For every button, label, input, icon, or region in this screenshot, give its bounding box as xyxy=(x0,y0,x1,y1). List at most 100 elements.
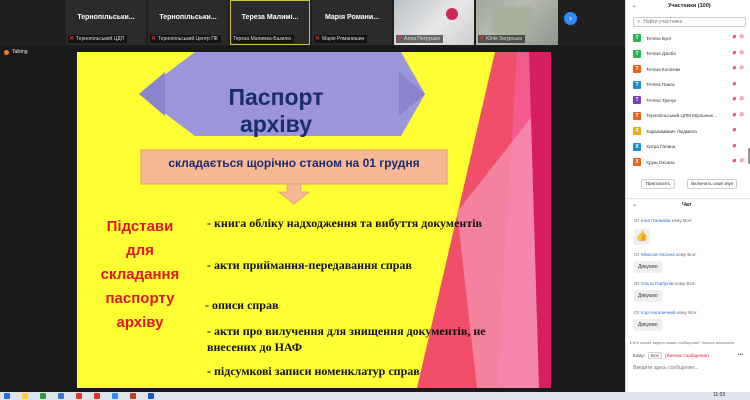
tile-caption-text: Юлія Загурська xyxy=(486,36,523,42)
video-tile-camera[interactable]: ✕ Юлія Загурська xyxy=(476,0,558,45)
video-tile[interactable]: Тернопільськи... ✕ Тернопільський ЦДП xyxy=(66,0,146,45)
participant-search[interactable]: ⌕ xyxy=(633,17,746,27)
video-off-icon[interactable]: ⊘ xyxy=(739,50,744,56)
participants-header: ⌄ Участники (100) xyxy=(626,0,750,12)
participant-row[interactable]: Х Хитра Галина ⌀ xyxy=(633,142,745,152)
bullet-item: - книга обліку надходження та вибуття до… xyxy=(207,216,483,230)
avatar: Т xyxy=(633,49,641,58)
chat-message-meta: От Ігор Нагаличний кому Все: xyxy=(634,310,697,315)
video-off-icon[interactable]: ⊘ xyxy=(739,112,744,118)
mic-muted-icon[interactable]: ⌀ xyxy=(733,81,736,87)
mic-muted-icon[interactable]: ⌀ xyxy=(733,158,736,164)
avatar: Т xyxy=(633,34,641,42)
participant-name: Тернопільський ЦПМ Мірошник... xyxy=(646,113,717,118)
participant-row[interactable]: Т Тетяна Бунт ⌀ ⊘ xyxy=(633,33,745,43)
app-icon[interactable] xyxy=(76,393,82,399)
folder-icon[interactable] xyxy=(22,393,28,399)
participant-name: Тетяна Колісник xyxy=(646,66,681,72)
invite-button[interactable]: Пригласить xyxy=(641,179,675,189)
private-message-label: (Личное сообщение) xyxy=(664,353,709,358)
participant-row[interactable]: Х Харалимківич Людмила ⌀ xyxy=(633,126,745,136)
mic-muted-icon[interactable]: ⌀ xyxy=(733,143,736,149)
participant-row[interactable]: Т Тетяна Панас ⌀ xyxy=(633,80,745,90)
participant-name: Тетяна Бунт xyxy=(646,35,672,41)
zoom-icon[interactable] xyxy=(112,393,118,399)
chat-recipient-row: Кому: Все (Личное сообщение) xyxy=(633,352,749,359)
slide-title: Паспорт архіву xyxy=(228,84,324,137)
browser-icon[interactable] xyxy=(58,393,64,399)
participant-name: Тетяна Трачук xyxy=(646,97,677,103)
tile-caption: ✕ Марія Романишин xyxy=(314,35,368,43)
tile-name: Тернопільськи... xyxy=(77,14,135,21)
participant-row[interactable]: Т Тернопільський ЦПМ Мірошник... ⌀ ⊘ xyxy=(633,111,745,121)
slide-subtitle: складається щорічно станом на 01 грудня xyxy=(168,156,420,170)
unmute-button[interactable]: Включить свой звук xyxy=(687,179,737,189)
chrome-icon[interactable] xyxy=(94,393,100,399)
bullet-item: - акти про вилучення для знищення докуме… xyxy=(207,324,486,338)
tile-caption: ✕ Алла Петрушко xyxy=(396,35,444,43)
recipient-select[interactable]: Все xyxy=(648,352,662,359)
chat-message: Дякуємо xyxy=(634,261,662,273)
tile-caption: ✕ Тернопільський Центр ПК xyxy=(150,35,221,43)
avatar: Х xyxy=(633,127,641,135)
mic-muted-icon: ✕ xyxy=(479,36,485,42)
tile-caption-text: Тернопільський ЦДП xyxy=(76,36,125,42)
participant-row[interactable]: Т Тетяна Колісник ⌀ ⊘ xyxy=(633,64,745,74)
avatar: Т xyxy=(633,65,641,73)
bullet-item-continued: внесених до НАФ xyxy=(207,340,303,354)
participant-name: Тетяна Панас xyxy=(646,82,676,87)
chat-sender[interactable]: Ігор Нагаличний xyxy=(641,310,676,315)
to-everyone: кому Все: xyxy=(671,218,693,223)
participant-row[interactable]: Т Тетяна Трачук ⌀ ⊘ xyxy=(633,95,745,105)
powerpoint-icon[interactable] xyxy=(130,393,136,399)
avatar: Т xyxy=(633,111,641,120)
video-tile[interactable]: Марія Романи... ✕ Марія Романишин xyxy=(312,0,392,45)
to-label: Кому: xyxy=(633,353,646,358)
chat-message-input[interactable] xyxy=(633,362,747,374)
participant-name: Тетяна Дзюба xyxy=(646,51,676,56)
chat-sender[interactable]: Інна Палмова xyxy=(641,218,670,223)
shared-slide: Паспорт архіву складається щорічно стано… xyxy=(77,52,551,388)
tile-name: Тереза Малимі... xyxy=(241,14,299,21)
os-taskbar: 11:03 xyxy=(0,392,750,400)
more-options-button[interactable]: ••• xyxy=(738,352,743,358)
slide-left-label: Підстави для складання паспорту архіву xyxy=(87,215,193,335)
side-panel: ⌄ Участники (100) ⌕ ТТетяна Бунт⌀⊘ТТетян… xyxy=(625,0,750,400)
mic-muted-icon[interactable]: ⌀ xyxy=(733,50,736,56)
video-tile-active[interactable]: Тереза Малимі... Тереза Малимка-Базилю xyxy=(230,0,310,45)
participant-row[interactable]: Т Тетяна Дзюба ⌀ ⊘ xyxy=(633,49,745,59)
mic-muted-icon[interactable]: ⌀ xyxy=(733,65,736,71)
mic-muted-icon[interactable]: ⌀ xyxy=(733,112,736,118)
bullet-item: - описи справ xyxy=(205,298,279,312)
word-icon[interactable] xyxy=(148,393,154,399)
camera-image xyxy=(446,8,458,20)
video-off-icon[interactable]: ⊘ xyxy=(739,96,744,102)
left-label-line: для xyxy=(126,242,154,259)
from-prefix: От xyxy=(634,281,640,286)
chevron-down-icon[interactable]: ⌄ xyxy=(632,2,637,9)
video-off-icon[interactable]: ⊘ xyxy=(739,65,744,71)
video-tile[interactable]: Тернопільськи... ✕ Тернопільський Центр П… xyxy=(148,0,228,45)
chat-visibility-note[interactable]: ℹ Кто может видеть ваши сообщения? Запис… xyxy=(630,340,734,345)
search-input[interactable] xyxy=(643,19,744,25)
chat-sender[interactable]: Мікасов Оксана xyxy=(641,252,675,257)
left-label-line: архіву xyxy=(116,314,164,331)
participant-row[interactable]: Х Хрущ Оксана ⌀ ⊘ xyxy=(633,157,745,167)
mic-muted-icon[interactable]: ⌀ xyxy=(733,34,736,40)
tile-caption: Тереза Малимка-Базилю xyxy=(232,35,295,43)
tile-caption: ✕ Юлія Загурська xyxy=(478,35,526,43)
chevron-down-icon[interactable]: ⌄ xyxy=(632,201,637,208)
start-icon[interactable] xyxy=(4,393,10,399)
mic-muted-icon: ✕ xyxy=(315,36,321,42)
mic-muted-icon[interactable]: ⌀ xyxy=(733,127,736,133)
video-off-icon[interactable]: ⊘ xyxy=(739,34,744,40)
video-off-icon[interactable]: ⊘ xyxy=(739,158,744,164)
video-tile-camera[interactable]: ✕ Алла Петрушко xyxy=(394,0,474,45)
mic-muted-icon[interactable]: ⌀ xyxy=(733,96,736,102)
to-everyone: кому Все: xyxy=(675,252,697,257)
avatar: Х xyxy=(633,142,641,151)
app-icon[interactable] xyxy=(40,393,46,399)
chat-sender[interactable]: Ольга Горбулім xyxy=(641,281,674,286)
chevron-right-icon[interactable]: › xyxy=(564,12,577,25)
chat-message-meta: От Ольга Горбулім кому Все: xyxy=(634,281,696,286)
